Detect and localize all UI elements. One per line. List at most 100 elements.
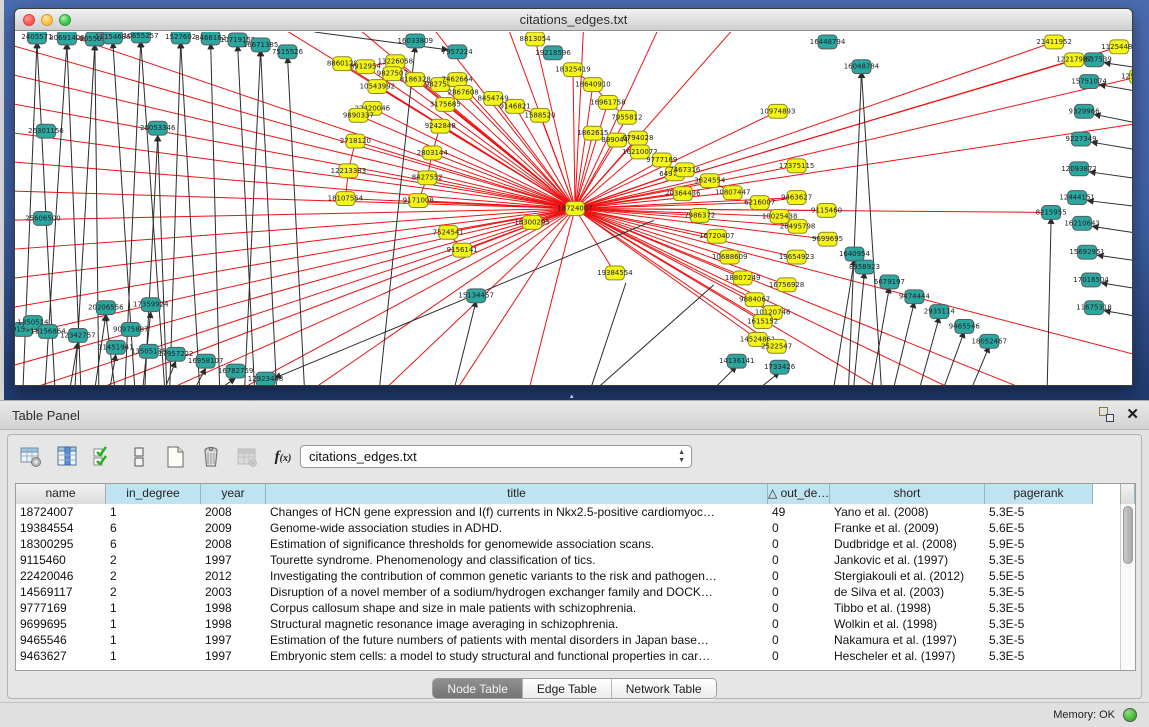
tab-node-table[interactable]: Node Table: [433, 679, 523, 698]
delete-table-icon[interactable]: [198, 444, 224, 470]
teal-node[interactable]: 15751074: [1071, 75, 1107, 89]
yellow-node[interactable]: 6216007: [744, 196, 775, 210]
teal-node[interactable]: 19218596: [535, 46, 571, 60]
yellow-node[interactable]: 10688609: [712, 250, 748, 264]
teal-node[interactable]: 90975887: [113, 323, 149, 337]
column-header-name[interactable]: name: [16, 484, 106, 504]
teal-node[interactable]: 18052467: [972, 334, 1008, 348]
teal-node[interactable]: 15134457: [458, 289, 494, 303]
select-rows-icon[interactable]: [90, 444, 116, 470]
yellow-node[interactable]: 10807447: [715, 186, 751, 200]
yellow-node[interactable]: 12213383: [331, 164, 367, 178]
column-header-short[interactable]: short: [830, 484, 985, 504]
column-header-title[interactable]: title: [266, 484, 768, 504]
combo-stepper-icon[interactable]: ▲▼: [678, 449, 685, 465]
teal-node[interactable]: 11451941: [98, 340, 134, 354]
teal-node[interactable]: 10655257: [123, 32, 159, 43]
table-row[interactable]: 2242004622012Investigating the contribut…: [16, 568, 1135, 584]
yellow-node[interactable]: 9171008: [403, 194, 434, 208]
yellow-node[interactable]: 1588520: [525, 108, 556, 122]
table-row[interactable]: 946554611997Estimation of the future num…: [16, 632, 1135, 648]
teal-node[interactable]: 16033809: [398, 34, 434, 48]
tab-network-table[interactable]: Network Table: [612, 679, 716, 698]
show-column-icon[interactable]: [54, 444, 80, 470]
table-row[interactable]: 1938455462009Genome-wide association stu…: [16, 520, 1135, 536]
yellow-node[interactable]: 7986372: [684, 209, 715, 223]
teal-node[interactable]: 11675318: [1076, 301, 1112, 315]
teal-node[interactable]: 6679197: [874, 275, 905, 289]
table-row[interactable]: 946362711997Embryonic stem cells: a mode…: [16, 648, 1135, 664]
yellow-node[interactable]: 11254486: [1101, 40, 1132, 54]
teal-node[interactable]: 12342757: [60, 328, 96, 342]
teal-node[interactable]: 7515526: [272, 45, 303, 59]
table-row[interactable]: 911546021997Tourette syndrome. Phenomeno…: [16, 552, 1135, 568]
column-header-year[interactable]: year: [201, 484, 266, 504]
yellow-node[interactable]: 18325419: [555, 63, 591, 77]
close-panel-icon[interactable]: ✕: [1126, 407, 1139, 422]
table-row[interactable]: 1872400712008Changes of HCN gene express…: [16, 504, 1135, 520]
node-table[interactable]: namein_degreeyeartitle△ out_de…shortpage…: [15, 483, 1136, 671]
yellow-node[interactable]: 3624554: [694, 174, 726, 188]
yellow-node[interactable]: 21411952: [1036, 35, 1072, 49]
table-row[interactable]: 1456911722003Disruption of a novel membe…: [16, 584, 1135, 600]
network-window[interactable]: citations_edges.txt 24055713069140690550…: [14, 8, 1133, 386]
yellow-node[interactable]: 16961758: [590, 95, 626, 109]
teal-node[interactable]: 1527602: [165, 32, 196, 44]
yellow-node[interactable]: 9115460: [811, 204, 842, 218]
table-scrollbar-thumb[interactable]: [1123, 506, 1133, 564]
yellow-node[interactable]: 16756928: [769, 278, 805, 292]
teal-node[interactable]: 1733426: [764, 360, 795, 374]
table-row[interactable]: 1830029562008Estimation of significance …: [16, 536, 1135, 552]
yellow-node[interactable]: 7955812: [611, 110, 642, 124]
yellow-node[interactable]: 7524541: [433, 225, 464, 239]
teal-node[interactable]: 9227349: [1066, 132, 1097, 146]
teal-node[interactable]: 15692951: [1069, 245, 1105, 259]
network-canvas-area[interactable]: 2405571306914069055019111546861065525715…: [15, 32, 1132, 385]
column-header-pagerank[interactable]: pagerank: [985, 484, 1093, 504]
table-select-combobox[interactable]: citations_edges.txt ▲▼: [300, 445, 692, 468]
table-row[interactable]: 977716911998Corpus callosum shape and si…: [16, 600, 1135, 616]
teal-node[interactable]: 14136141: [719, 354, 755, 368]
function-builder-icon[interactable]: f(x): [270, 444, 296, 470]
yellow-node[interactable]: 10974893: [760, 104, 796, 118]
tab-edge-table[interactable]: Edge Table: [523, 679, 612, 698]
float-window-icon[interactable]: [1099, 407, 1114, 422]
yellow-node[interactable]: 18107554: [328, 192, 364, 206]
yellow-node[interactable]: 28495798: [780, 219, 816, 233]
yellow-node[interactable]: 8813054: [520, 32, 552, 46]
teal-node[interactable]: 16210643: [1064, 216, 1100, 230]
column-header-in_degree[interactable]: in_degree: [106, 484, 201, 504]
teal-node[interactable]: 16958107: [188, 354, 224, 368]
table-row[interactable]: 969969511998Structural magnetic resonanc…: [16, 616, 1135, 632]
yellow-node[interactable]: 9884067: [739, 293, 770, 307]
yellow-node[interactable]: 10543992: [360, 80, 396, 94]
merge-columns-icon[interactable]: [126, 444, 152, 470]
teal-node[interactable]: 9474444: [899, 290, 931, 304]
yellow-node[interactable]: 9699695: [812, 232, 843, 246]
memory-status-icon[interactable]: [1123, 708, 1137, 722]
yellow-node[interactable]: 9463627: [781, 191, 812, 205]
yellow-node[interactable]: 17375115: [779, 159, 815, 173]
window-titlebar[interactable]: citations_edges.txt: [15, 9, 1132, 31]
teal-node[interactable]: 1640954: [839, 247, 871, 261]
yellow-node[interactable]: 2522547: [761, 339, 792, 353]
split-divider-handle[interactable]: ▴: [570, 394, 578, 399]
yellow-node[interactable]: 19654923: [779, 250, 815, 264]
yellow-node[interactable]: 2718120: [340, 134, 371, 148]
teal-node[interactable]: 2935114: [924, 305, 956, 319]
teal-node[interactable]: 16448794: [810, 35, 846, 49]
table-settings-icon[interactable]: [18, 444, 44, 470]
teal-node[interactable]: 2405571: [21, 32, 52, 44]
teal-node[interactable]: 17016504: [1073, 273, 1109, 287]
yellow-node[interactable]: 9777169: [646, 153, 677, 167]
teal-node[interactable]: 7957224: [442, 45, 474, 59]
column-header-out_de[interactable]: △ out_de…: [768, 484, 830, 504]
yellow-node[interactable]: 19384554: [597, 266, 633, 280]
yellow-node[interactable]: 12544862: [1121, 70, 1132, 84]
teal-node[interactable]: 9329966: [1069, 104, 1100, 118]
teal-node[interactable]: 16048784: [844, 60, 880, 74]
new-table-icon[interactable]: [162, 444, 188, 470]
teal-node[interactable]: 8215955: [1036, 206, 1067, 220]
yellow-node[interactable]: 16720407: [699, 229, 735, 243]
table-scrollbar[interactable]: [1120, 504, 1135, 670]
